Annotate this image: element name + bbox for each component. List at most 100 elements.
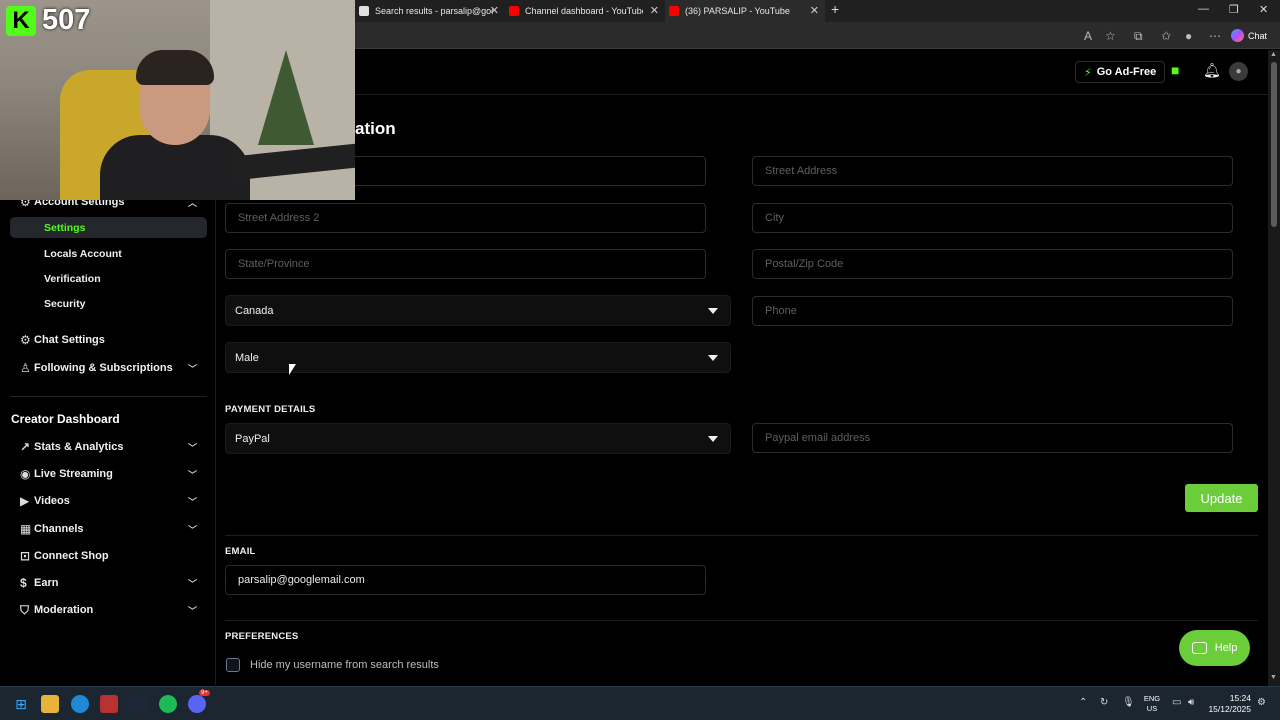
windows-start-icon[interactable]: ⊞ — [12, 695, 30, 713]
notifications-icon[interactable]: ⚙ — [1257, 697, 1266, 708]
tab-channel-dashboard[interactable]: Channel dashboard - YouTube Stu ✕ — [505, 0, 665, 22]
update-button[interactable]: Update — [1185, 484, 1258, 512]
chevron-down-icon: ﹀ — [187, 578, 197, 589]
sidebar-item-channels[interactable]: ▦ Channels ﹀ — [10, 518, 207, 540]
broadcast-icon: ◉ — [20, 467, 31, 481]
country-select[interactable]: Canada — [225, 295, 731, 326]
user-avatar[interactable]: ● — [1229, 62, 1248, 81]
hide-username-label: Hide my username from search results — [250, 659, 439, 671]
tab-search-results[interactable]: Search results - parsalip@googlem ✕ — [355, 0, 505, 22]
webcam-overlay: K 507 — [0, 0, 355, 200]
creator-dashboard-heading: Creator Dashboard — [11, 412, 120, 426]
tab-close-icon[interactable]: ✕ — [490, 4, 499, 17]
kick-counter: K 507 — [6, 4, 90, 37]
sidebar-item-verification[interactable]: Verification — [10, 268, 207, 289]
sidebar-divider — [10, 396, 207, 397]
more-menu-icon[interactable]: ⋯ — [1209, 29, 1221, 43]
copilot-icon — [1230, 29, 1244, 42]
go-ad-free-button[interactable]: ⚡ Go Ad-Free — [1075, 61, 1166, 83]
sidebar-item-live-streaming[interactable]: ◉ Live Streaming ﹀ — [10, 463, 207, 485]
tab-title: (36) PARSALIP - YouTube — [685, 6, 790, 16]
chevron-down-icon: ﹀ — [187, 363, 197, 374]
chat-gear-icon: ⚙ — [20, 333, 31, 347]
tab-close-icon[interactable]: ✕ — [810, 4, 819, 17]
shield-icon: ⛉ — [20, 602, 30, 617]
sidebar-item-chat-settings[interactable]: ⚙ Chat Settings — [10, 329, 207, 351]
edge-browser-icon[interactable] — [71, 695, 89, 713]
sidebar-item-connect-shop[interactable]: ⊡ Connect Shop — [10, 545, 207, 567]
discord-icon[interactable] — [188, 695, 206, 713]
sidebar-item-moderation[interactable]: ⛉ Moderation ﹀ — [10, 599, 207, 621]
sync-icon[interactable]: ↻ — [1100, 697, 1108, 708]
language-indicator[interactable]: ENG US — [1143, 694, 1161, 714]
sidebar-item-settings[interactable]: Settings — [10, 217, 207, 238]
steam-icon[interactable] — [129, 695, 147, 713]
payment-method-value: PayPal — [235, 432, 270, 445]
paypal-email-field[interactable]: Paypal email address — [752, 423, 1233, 453]
volume-icon[interactable]: 🔊︎ — [1188, 697, 1194, 708]
gender-value: Male — [235, 351, 259, 364]
street-address-2-field[interactable]: Street Address 2 — [225, 203, 706, 233]
street-address-field[interactable]: Street Address — [752, 156, 1233, 186]
hide-username-checkbox[interactable] — [226, 658, 240, 672]
windows-taskbar: ⊞ 9+ ⌃ ↻ 🎙︎ ENG US ▭ 🔊︎ 15:24 15/12/2025… — [0, 686, 1280, 720]
microphone-icon[interactable]: 🎙︎ — [1122, 697, 1135, 708]
spotify-icon[interactable] — [159, 695, 177, 713]
scroll-up-arrow-icon[interactable]: ▲ — [1270, 51, 1277, 58]
page-scrollbar[interactable]: ▲ ▼ — [1268, 50, 1280, 686]
file-explorer-icon[interactable] — [41, 695, 59, 713]
region-code: US — [1146, 704, 1158, 713]
close-window-button[interactable]: ✕ — [1259, 3, 1268, 16]
display-icon[interactable]: ▭ — [1172, 697, 1181, 708]
tab-close-icon[interactable]: ✕ — [650, 4, 659, 17]
sidebar-item-security[interactable]: Security — [10, 293, 207, 314]
notifications-bell-icon[interactable]: 🔔︎ — [1203, 62, 1221, 79]
city-field[interactable]: City — [752, 203, 1233, 233]
email-label: EMAIL — [225, 546, 256, 557]
sidebar-item-label: Videos — [34, 495, 70, 507]
postal-code-field[interactable]: Postal/Zip Code — [752, 249, 1233, 279]
gender-select[interactable]: Male — [225, 342, 731, 373]
go-live-camera-icon[interactable]: ■ — [1171, 62, 1179, 78]
tab-title: Search results - parsalip@googlem — [375, 6, 493, 16]
tab-favicon — [359, 6, 369, 16]
copilot-chat-button[interactable]: Chat — [1226, 27, 1272, 44]
new-tab-button[interactable]: + — [831, 1, 839, 17]
sidebar-item-videos[interactable]: ▶ Videos ﹀ — [10, 490, 207, 512]
tab-youtube-channel[interactable]: (36) PARSALIP - YouTube ✕ — [665, 0, 825, 22]
scrollbar-thumb[interactable] — [1271, 62, 1277, 227]
help-button[interactable]: Help — [1179, 630, 1250, 666]
profile-icon[interactable]: ● — [1185, 29, 1192, 43]
mouse-cursor-icon — [289, 364, 296, 375]
scroll-down-arrow-icon[interactable]: ▼ — [1270, 674, 1277, 681]
maximize-button[interactable]: ❐ — [1229, 3, 1239, 16]
user-plus-icon: ♙ — [20, 361, 31, 375]
sidebar-item-label: Live Streaming — [34, 468, 113, 480]
favorite-star-icon[interactable]: ☆ — [1105, 29, 1116, 43]
minimize-button[interactable]: — — [1198, 3, 1209, 15]
phone-field[interactable]: Phone — [752, 296, 1233, 326]
lightning-icon: ⚡ — [1084, 66, 1092, 79]
state-province-field[interactable]: State/Province — [225, 249, 706, 279]
sidebar-item-earn[interactable]: $ Earn ﹀ — [10, 572, 207, 594]
chevron-down-icon — [708, 436, 718, 442]
clock-time: 15:24 — [1229, 693, 1251, 703]
kick-logo-icon: K — [6, 5, 36, 36]
extensions-icon[interactable]: ⧉ — [1134, 29, 1143, 44]
app-icon[interactable] — [100, 695, 118, 713]
sidebar-item-following[interactable]: ♙ Following & Subscriptions ﹀ — [10, 357, 207, 379]
sidebar-item-stats-analytics[interactable]: ↗ Stats & Analytics ﹀ — [10, 436, 207, 458]
read-aloud-icon[interactable]: A — [1084, 29, 1092, 43]
sidebar-item-label: Moderation — [34, 604, 94, 616]
favorites-icon[interactable]: ✩ — [1161, 29, 1171, 43]
shopping-bag-icon: ⊡ — [20, 549, 31, 563]
show-hidden-icons-chevron-icon[interactable]: ⌃ — [1079, 697, 1087, 708]
payment-method-select[interactable]: PayPal — [225, 423, 731, 454]
system-clock[interactable]: 15:24 15/12/2025 — [1205, 693, 1251, 715]
christmas-tree — [258, 50, 314, 145]
sidebar-item-locals-account[interactable]: Locals Account — [10, 243, 207, 264]
help-label: Help — [1214, 642, 1238, 654]
copilot-chat-label: Chat — [1247, 30, 1267, 41]
email-field[interactable]: parsalip@googlemail.com — [225, 565, 706, 595]
section-divider — [225, 535, 1258, 536]
